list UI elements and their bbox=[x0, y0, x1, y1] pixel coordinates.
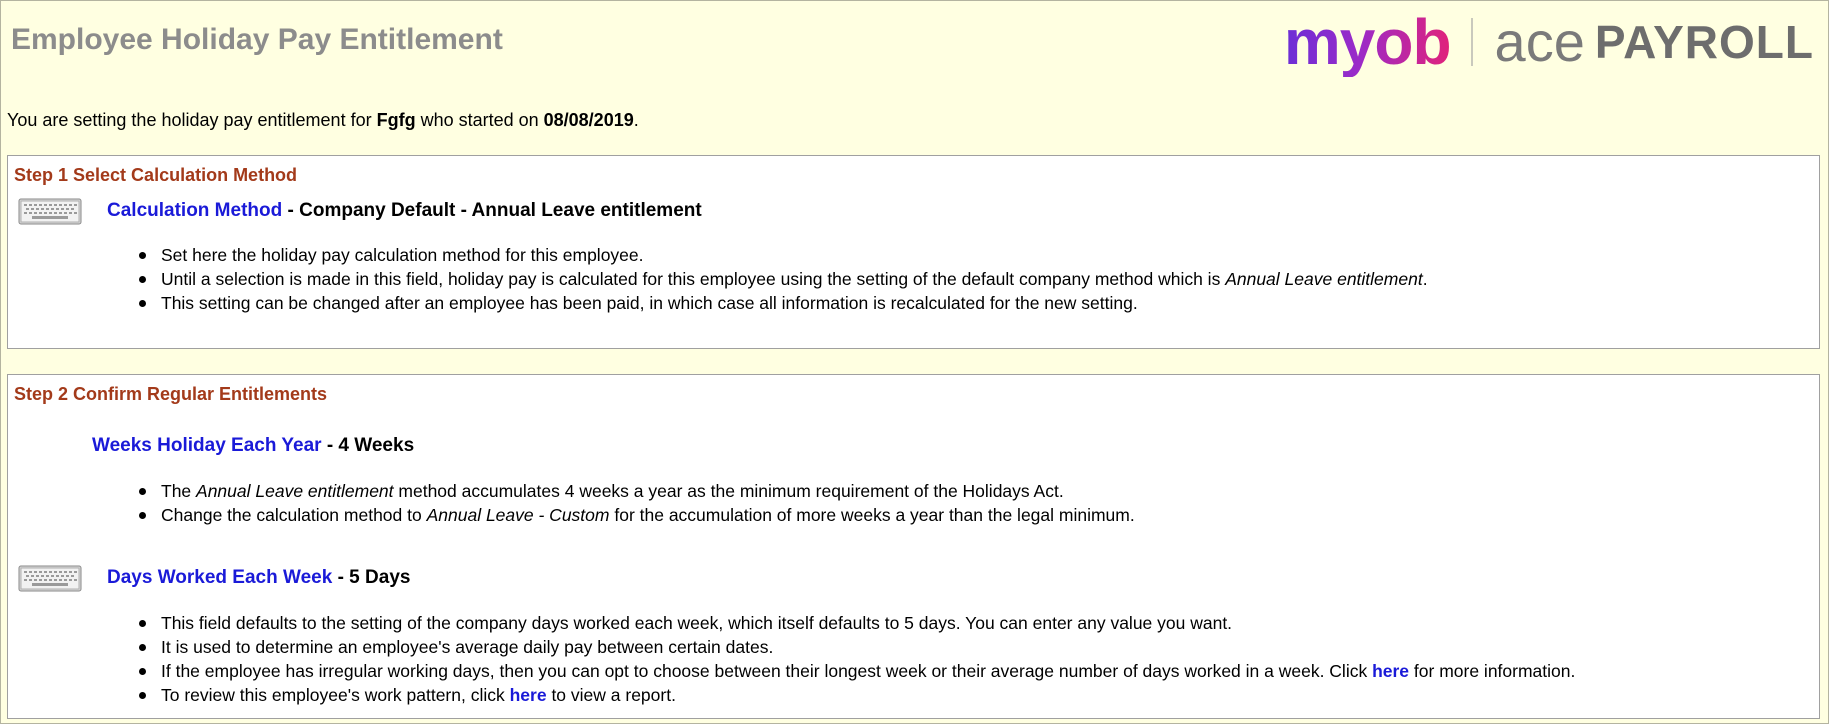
step2-heading: Step 2 Confirm Regular Entitlements bbox=[14, 384, 328, 404]
weeks-holiday-value: - 4 Weeks bbox=[321, 435, 415, 456]
page: Employee Holiday Pay Entitlement myob ac… bbox=[0, 0, 1829, 724]
bullet-text: Until a selection is made in this field,… bbox=[161, 269, 1226, 289]
list-item: The Annual Leave entitlement method accu… bbox=[134, 479, 1135, 503]
bullet-emphasis: Annual Leave entitlement bbox=[196, 481, 394, 501]
intro-prefix: You are setting the holiday pay entitlem… bbox=[7, 110, 377, 130]
logo-myob-text: myob bbox=[1283, 6, 1452, 78]
bullet-text: To review this employee's work pattern, … bbox=[161, 685, 510, 705]
page-title: Employee Holiday Pay Entitlement bbox=[11, 23, 503, 56]
bullet-text: . bbox=[1422, 269, 1428, 289]
days-worked-field[interactable]: Days Worked Each Week - 5 Days bbox=[107, 567, 410, 589]
list-item: To review this employee's work pattern, … bbox=[134, 683, 1575, 707]
weeks-holiday-field[interactable]: Weeks Holiday Each Year - 4 Weeks bbox=[92, 435, 414, 457]
view-report-link[interactable]: here bbox=[510, 685, 547, 705]
weeks-holiday-link[interactable]: Weeks Holiday Each Year bbox=[92, 435, 322, 456]
intro-middle: who started on bbox=[415, 110, 544, 130]
list-item: Change the calculation method to Annual … bbox=[134, 503, 1135, 527]
myob-ace-payroll-logo: myob ace PAYROLL bbox=[1284, 7, 1814, 77]
logo-divider bbox=[1470, 18, 1473, 66]
bullet-text: Change the calculation method to bbox=[161, 505, 427, 525]
keyboard-icon[interactable] bbox=[18, 196, 82, 226]
list-item: Until a selection is made in this field,… bbox=[134, 267, 1428, 291]
step1-panel: Step 1 Select Calculation Method Calcula… bbox=[7, 155, 1820, 349]
list-item: Set here the holiday pay calculation met… bbox=[134, 243, 1428, 267]
logo-ace-text: ace bbox=[1494, 10, 1585, 73]
bullet-text: If the employee has irregular working da… bbox=[161, 661, 1373, 681]
bullet-text: method accumulates 4 weeks a year as the… bbox=[393, 481, 1064, 501]
bullet-text: Set here the holiday pay calculation met… bbox=[161, 245, 644, 265]
bullet-emphasis: Annual Leave - Custom bbox=[426, 505, 610, 525]
list-item: If the employee has irregular working da… bbox=[134, 659, 1575, 683]
days-worked-link[interactable]: Days Worked Each Week bbox=[107, 567, 332, 588]
list-item: It is used to determine an employee's av… bbox=[134, 635, 1575, 659]
bullet-text: for more information. bbox=[1409, 661, 1576, 681]
intro-text: You are setting the holiday pay entitlem… bbox=[7, 110, 639, 131]
more-information-link[interactable]: here bbox=[1372, 661, 1409, 681]
start-date: 08/08/2019 bbox=[543, 110, 634, 130]
calculation-method-link[interactable]: Calculation Method bbox=[107, 200, 282, 221]
bullet-text: for the accumulation of more weeks a yea… bbox=[609, 505, 1135, 525]
bullet-emphasis: Annual Leave entitlement bbox=[1225, 269, 1423, 289]
bullet-text: This setting can be changed after an emp… bbox=[161, 293, 1138, 313]
calculation-method-value: - Company Default - Annual Leave entitle… bbox=[282, 200, 702, 221]
header: Employee Holiday Pay Entitlement myob ac… bbox=[1, 1, 1828, 85]
keyboard-icon[interactable] bbox=[18, 563, 82, 593]
weeks-bullets: The Annual Leave entitlement method accu… bbox=[134, 479, 1135, 527]
days-bullets: This field defaults to the setting of th… bbox=[134, 611, 1575, 707]
bullet-text: to view a report. bbox=[546, 685, 676, 705]
list-item: This field defaults to the setting of th… bbox=[134, 611, 1575, 635]
step1-heading: Step 1 Select Calculation Method bbox=[14, 165, 298, 185]
list-item: This setting can be changed after an emp… bbox=[134, 291, 1428, 315]
days-worked-value: - 5 Days bbox=[332, 567, 411, 588]
calculation-method-field[interactable]: Calculation Method - Company Default - A… bbox=[107, 200, 702, 222]
step1-bullets: Set here the holiday pay calculation met… bbox=[134, 243, 1428, 315]
bullet-text: This field defaults to the setting of th… bbox=[161, 613, 1233, 633]
step2-panel: Step 2 Confirm Regular Entitlements Week… bbox=[7, 374, 1820, 719]
intro-suffix: . bbox=[633, 110, 639, 130]
employee-name: Fgfg bbox=[376, 110, 416, 130]
logo-payroll-text: PAYROLL bbox=[1594, 16, 1814, 68]
bullet-text: The bbox=[161, 481, 197, 501]
bullet-text: It is used to determine an employee's av… bbox=[161, 637, 774, 657]
